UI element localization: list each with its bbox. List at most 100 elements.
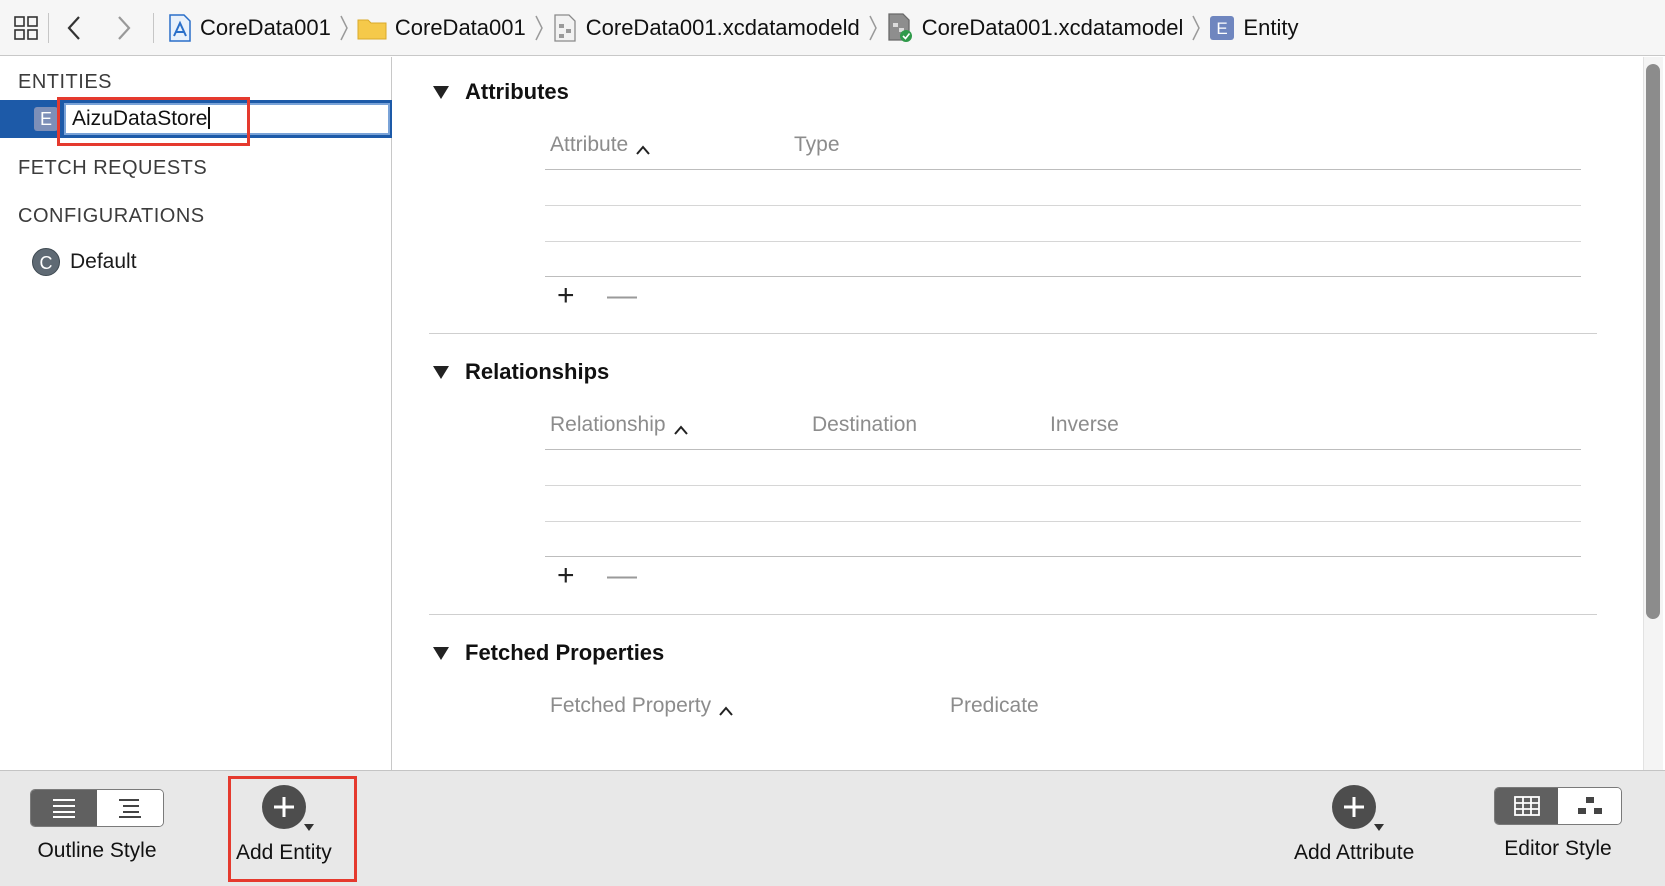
relationship-column-header[interactable]: Relationship — [550, 413, 688, 437]
entity-name-field[interactable]: AizuDataStore — [64, 103, 390, 135]
outline-style-control: Outline Style — [30, 789, 164, 863]
breadcrumb-datamodel[interactable]: CoreData001.xcdatamodel — [886, 12, 1184, 43]
table-bottom-divider — [545, 556, 1581, 557]
breadcrumb-group[interactable]: CoreData001 — [357, 15, 526, 41]
remove-relationship-minus-button[interactable]: — — [607, 559, 637, 593]
outline-style-segmented-control[interactable] — [30, 789, 164, 827]
breadcrumb-separator-icon — [868, 14, 878, 42]
editor-style-control: Editor Style — [1494, 787, 1622, 861]
disclosure-triangle-icon — [433, 85, 449, 99]
fetch-requests-header: FETCH REQUESTS — [18, 157, 208, 179]
hierarchical-style-icon[interactable] — [97, 790, 163, 826]
breadcrumb-label: CoreData001.xcdatamodel — [921, 14, 1184, 40]
add-entity-label: Add Entity — [236, 841, 332, 864]
table-style-icon[interactable] — [1495, 788, 1558, 824]
table-bottom-divider — [545, 276, 1581, 277]
add-attribute-button[interactable]: Add Attribute — [1294, 785, 1414, 865]
vertical-scrollbar-thumb[interactable] — [1646, 64, 1660, 619]
attribute-column-label: Attribute — [550, 133, 629, 156]
back-chevron-icon[interactable] — [57, 11, 91, 45]
jump-bar: CoreData001 CoreData001 CoreData001.xcda… — [0, 0, 1665, 56]
outline-style-label: Outline Style — [37, 839, 157, 862]
add-attribute-plus-button[interactable]: + — [557, 279, 575, 313]
breadcrumb-label: CoreData001 — [394, 14, 526, 40]
sort-ascending-icon — [673, 425, 688, 435]
relationships-disclosure[interactable]: Relationships — [433, 359, 609, 385]
toolbar-divider — [153, 12, 154, 43]
svg-text:E: E — [1217, 19, 1228, 38]
editor-style-segmented-control[interactable] — [1494, 787, 1622, 825]
datamodel-version-icon — [886, 12, 914, 43]
table-row-divider — [545, 205, 1581, 206]
add-relationship-plus-button[interactable]: + — [557, 559, 575, 593]
table-header-divider — [545, 169, 1581, 170]
table-row-divider — [545, 241, 1581, 242]
configuration-label: Default — [70, 250, 137, 273]
destination-column-header[interactable]: Destination — [812, 413, 917, 437]
fetched-properties-title: Fetched Properties — [465, 640, 665, 665]
inverse-column-header[interactable]: Inverse — [1050, 413, 1119, 437]
breadcrumb-project[interactable]: CoreData001 — [168, 13, 331, 42]
relationships-title: Relationships — [465, 359, 610, 384]
editor-style-label: Editor Style — [1504, 837, 1612, 860]
forward-chevron-icon[interactable] — [107, 11, 141, 45]
breadcrumb-label: Entity — [1243, 14, 1299, 40]
configurations-header: CONFIGURATIONS — [18, 205, 205, 227]
disclosure-triangle-icon — [433, 646, 449, 660]
breadcrumb-separator-icon — [1191, 14, 1201, 42]
inverse-column-label: Inverse — [1050, 413, 1119, 436]
table-row-divider — [545, 485, 1581, 486]
project-icon — [168, 13, 192, 42]
add-entity-button[interactable]: Add Entity — [236, 785, 332, 865]
destination-column-label: Destination — [812, 413, 918, 436]
dropdown-arrow-icon — [303, 824, 314, 831]
entity-icon: E — [1209, 15, 1235, 41]
sort-ascending-icon — [719, 706, 733, 716]
bottom-toolbar: Outline Style Add Entity Add Attribute E… — [0, 770, 1665, 886]
table-header-divider — [545, 449, 1581, 450]
relationship-column-label: Relationship — [550, 413, 666, 436]
outline-sidebar: ENTITIES E AizuDataStore FETCH REQUESTS … — [0, 57, 392, 770]
entity-badge-icon: E — [34, 107, 58, 131]
entities-header: ENTITIES — [18, 71, 113, 93]
breadcrumb-datamodeld[interactable]: CoreData001.xcdatamodeld — [552, 13, 860, 42]
fetched-properties-disclosure[interactable]: Fetched Properties — [433, 640, 664, 666]
breadcrumb-label: CoreData001 — [200, 14, 331, 40]
breadcrumb-entity[interactable]: E Entity — [1209, 15, 1298, 41]
sort-ascending-icon — [636, 145, 650, 155]
type-column-label: Type — [794, 133, 840, 156]
toolbar-divider — [48, 12, 49, 43]
breadcrumb: CoreData001 CoreData001 CoreData001.xcda… — [168, 12, 1298, 43]
datamodel-bundle-icon — [552, 13, 578, 42]
type-column-header[interactable]: Type — [794, 133, 840, 157]
configuration-default-item[interactable]: C Default — [32, 248, 137, 276]
graph-style-icon[interactable] — [1558, 788, 1621, 824]
add-attribute-plus-icon — [1332, 785, 1385, 831]
table-row-divider — [545, 521, 1581, 522]
text-cursor — [208, 107, 211, 129]
dropdown-arrow-icon — [1374, 824, 1385, 831]
section-divider — [429, 333, 1597, 334]
section-divider — [429, 614, 1597, 615]
breadcrumb-separator-icon — [339, 14, 349, 42]
breadcrumb-separator-icon — [534, 14, 544, 42]
add-entity-plus-icon — [261, 785, 314, 831]
add-attribute-label: Add Attribute — [1294, 841, 1415, 864]
entity-editor: Attributes Attribute Type + — Relationsh… — [393, 57, 1643, 770]
attributes-title: Attributes — [465, 79, 569, 104]
predicate-column-label: Predicate — [950, 694, 1039, 717]
folder-icon — [357, 16, 387, 40]
predicate-column-header[interactable]: Predicate — [950, 694, 1039, 718]
remove-attribute-minus-button[interactable]: — — [607, 279, 637, 313]
entity-name-text: AizuDataStore — [72, 107, 208, 130]
breadcrumb-label: CoreData001.xcdatamodeld — [585, 14, 860, 40]
attributes-disclosure[interactable]: Attributes — [433, 79, 569, 105]
fetched-property-column-header[interactable]: Fetched Property — [550, 694, 733, 718]
fetched-property-column-label: Fetched Property — [550, 694, 712, 717]
flat-list-style-icon[interactable] — [31, 790, 97, 826]
related-items-grid-icon[interactable] — [12, 14, 40, 42]
entity-row-selected[interactable]: E AizuDataStore — [0, 100, 392, 138]
disclosure-triangle-icon — [433, 365, 449, 379]
configuration-badge-icon: C — [32, 248, 60, 276]
attribute-column-header[interactable]: Attribute — [550, 133, 650, 157]
